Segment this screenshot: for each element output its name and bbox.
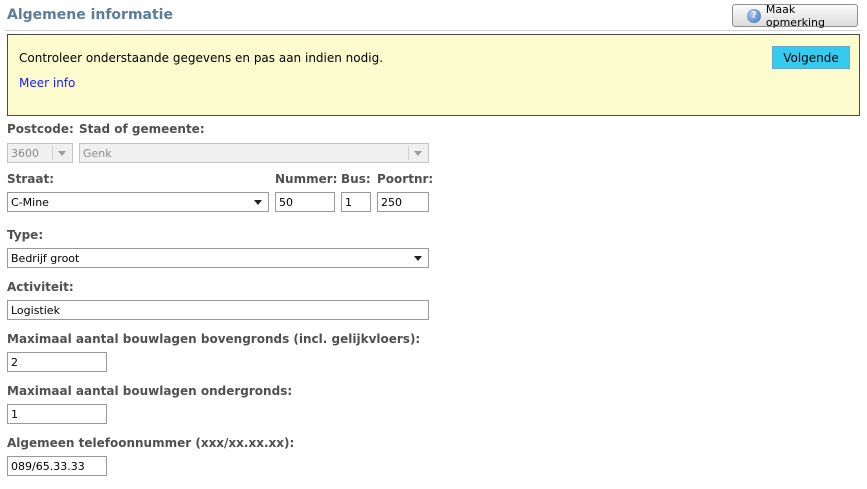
make-remark-button[interactable]: ? Maak opmerking bbox=[732, 2, 858, 29]
street-select[interactable]: C-Mine bbox=[7, 192, 269, 212]
activity-label: Activiteit: bbox=[7, 280, 74, 294]
postcode-select[interactable]: 3600 bbox=[7, 143, 73, 163]
chevron-down-icon bbox=[414, 150, 422, 156]
phone-input[interactable]: 089/65.33.33 bbox=[7, 456, 107, 476]
gate-value: 250 bbox=[381, 195, 402, 209]
postcode-value: 3600 bbox=[11, 146, 39, 160]
type-value: Bedrijf groot bbox=[11, 251, 80, 265]
floors-above-value: 2 bbox=[11, 355, 18, 369]
make-remark-label: Maak opmerking bbox=[765, 2, 825, 29]
street-value: C-Mine bbox=[11, 195, 49, 209]
info-panel: Controleer onderstaande gegevens en pas … bbox=[7, 34, 860, 116]
bus-value: 1 bbox=[345, 195, 352, 209]
floors-above-label: Maximaal aantal bouwlagen bovengronds (i… bbox=[7, 332, 421, 346]
bus-label: Bus: bbox=[341, 172, 371, 186]
page-title: Algemene informatie bbox=[7, 7, 173, 23]
gate-input[interactable]: 250 bbox=[377, 192, 429, 212]
city-value: Genk bbox=[83, 146, 112, 160]
floors-below-input[interactable]: 1 bbox=[7, 404, 107, 424]
chevron-down-icon bbox=[58, 150, 66, 156]
next-button[interactable]: Volgende bbox=[772, 46, 850, 69]
gate-label: Poortnr: bbox=[377, 172, 434, 186]
phone-value: 089/65.33.33 bbox=[11, 459, 85, 473]
header-divider bbox=[5, 30, 862, 31]
more-info-link[interactable]: Meer info bbox=[19, 76, 75, 90]
chevron-down-icon bbox=[254, 199, 262, 205]
type-label: Type: bbox=[7, 228, 44, 242]
help-icon: ? bbox=[747, 8, 761, 23]
number-value: 50 bbox=[279, 195, 293, 209]
street-label: Straat: bbox=[7, 172, 55, 186]
chevron-down-icon bbox=[414, 255, 422, 261]
bus-input[interactable]: 1 bbox=[341, 192, 371, 212]
postcode-label: Postcode: bbox=[7, 122, 74, 136]
type-select[interactable]: Bedrijf groot bbox=[7, 248, 429, 268]
number-label: Nummer: bbox=[275, 172, 338, 186]
dropdown-separator bbox=[408, 146, 409, 160]
floors-below-label: Maximaal aantal bouwlagen ondergronds: bbox=[7, 384, 293, 398]
phone-label: Algemeen telefoonnummer (xxx/xx.xx.xx): bbox=[7, 436, 295, 450]
floors-above-input[interactable]: 2 bbox=[7, 352, 107, 372]
number-input[interactable]: 50 bbox=[275, 192, 335, 212]
dropdown-separator bbox=[52, 146, 53, 160]
activity-input[interactable]: Logistiek bbox=[7, 300, 429, 320]
city-select[interactable]: Genk bbox=[79, 143, 429, 163]
city-label: Stad of gemeente: bbox=[79, 122, 205, 136]
floors-below-value: 1 bbox=[11, 407, 18, 421]
activity-value: Logistiek bbox=[11, 303, 60, 317]
info-message: Controleer onderstaande gegevens en pas … bbox=[19, 51, 384, 65]
